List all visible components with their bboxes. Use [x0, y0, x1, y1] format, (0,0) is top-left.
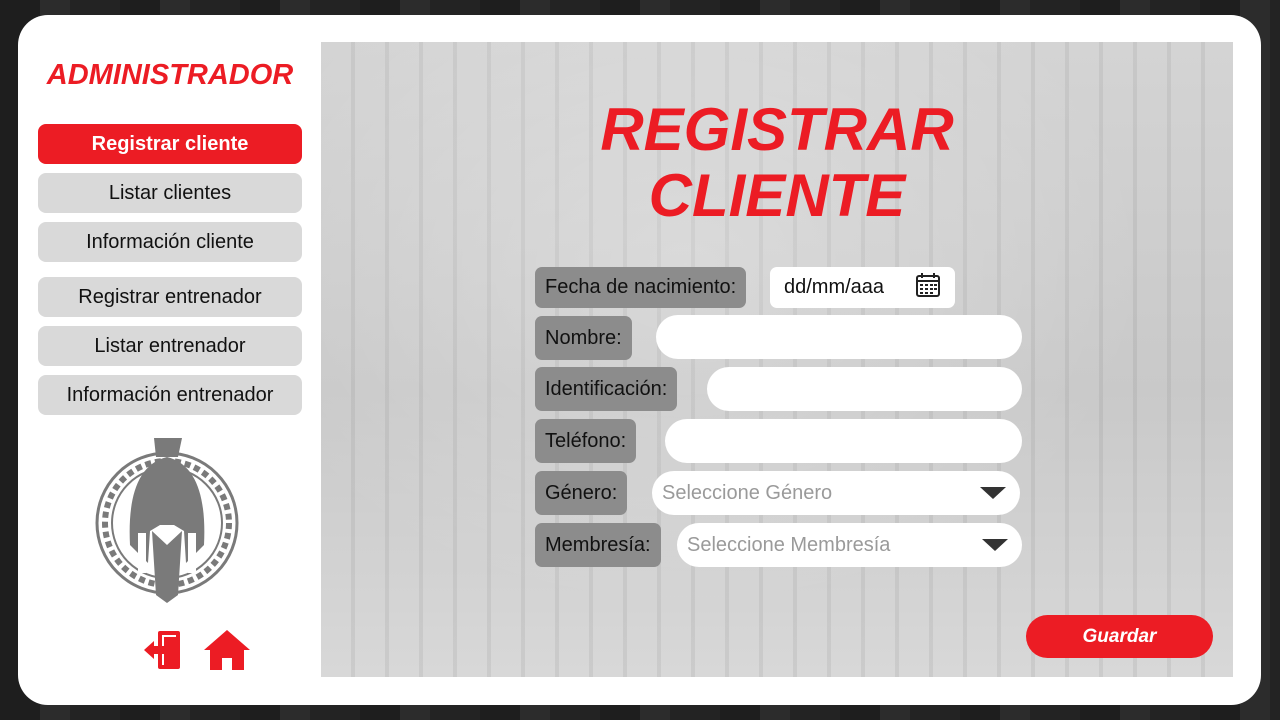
- identification-label: Identificación:: [535, 367, 678, 411]
- app-window: ADMINISTRADOR Registrar cliente Listar c…: [18, 15, 1261, 705]
- sidebar: ADMINISTRADOR Registrar cliente Listar c…: [38, 15, 302, 705]
- membership-select[interactable]: Seleccione Membresía: [677, 523, 1022, 567]
- sidebar-title: ADMINISTRADOR: [46, 59, 294, 91]
- birth-date-field[interactable]: dd/mm/aaa: [770, 267, 955, 308]
- home-icon[interactable]: [202, 627, 252, 673]
- sidebar-item-listar-clientes[interactable]: Listar clientes: [38, 173, 302, 213]
- logout-icon[interactable]: [138, 627, 188, 673]
- sidebar-item-registrar-entrenador[interactable]: Registrar entrenador: [38, 277, 302, 317]
- gender-label: Género:: [535, 471, 628, 515]
- membership-placeholder: Seleccione Membresía: [687, 533, 891, 556]
- save-button[interactable]: Guardar: [1026, 615, 1213, 658]
- gender-placeholder: Seleccione Género: [662, 481, 833, 504]
- name-label: Nombre:: [535, 316, 632, 360]
- identification-input[interactable]: [707, 367, 1022, 411]
- calendar-icon[interactable]: [915, 272, 941, 304]
- main-panel: REGISTRAR CLIENTE Fecha de nacimiento: d…: [321, 42, 1233, 677]
- sidebar-item-informacion-cliente[interactable]: Información cliente: [38, 222, 302, 262]
- birth-date-label: Fecha de nacimiento:: [535, 267, 747, 308]
- membership-label: Membresía:: [535, 523, 661, 567]
- chevron-down-icon[interactable]: [982, 539, 1008, 551]
- page-title-line2: CLIENTE: [648, 162, 906, 229]
- chevron-down-icon[interactable]: [980, 487, 1006, 499]
- gender-select[interactable]: Seleccione Género: [652, 471, 1020, 515]
- page-title-line1: REGISTRAR: [600, 96, 954, 163]
- sidebar-item-informacion-entrenador[interactable]: Información entrenador: [38, 375, 302, 415]
- phone-label: Teléfono:: [535, 419, 637, 463]
- spartan-helmet-icon: [94, 435, 244, 605]
- page-title: REGISTRAR CLIENTE: [321, 97, 1233, 229]
- sidebar-item-registrar-cliente[interactable]: Registrar cliente: [38, 124, 302, 164]
- birth-date-value: dd/mm/aaa: [784, 276, 885, 298]
- phone-input[interactable]: [665, 419, 1022, 463]
- bottom-actions: [138, 627, 252, 673]
- sidebar-item-listar-entrenador[interactable]: Listar entrenador: [38, 326, 302, 366]
- name-input[interactable]: [656, 315, 1022, 359]
